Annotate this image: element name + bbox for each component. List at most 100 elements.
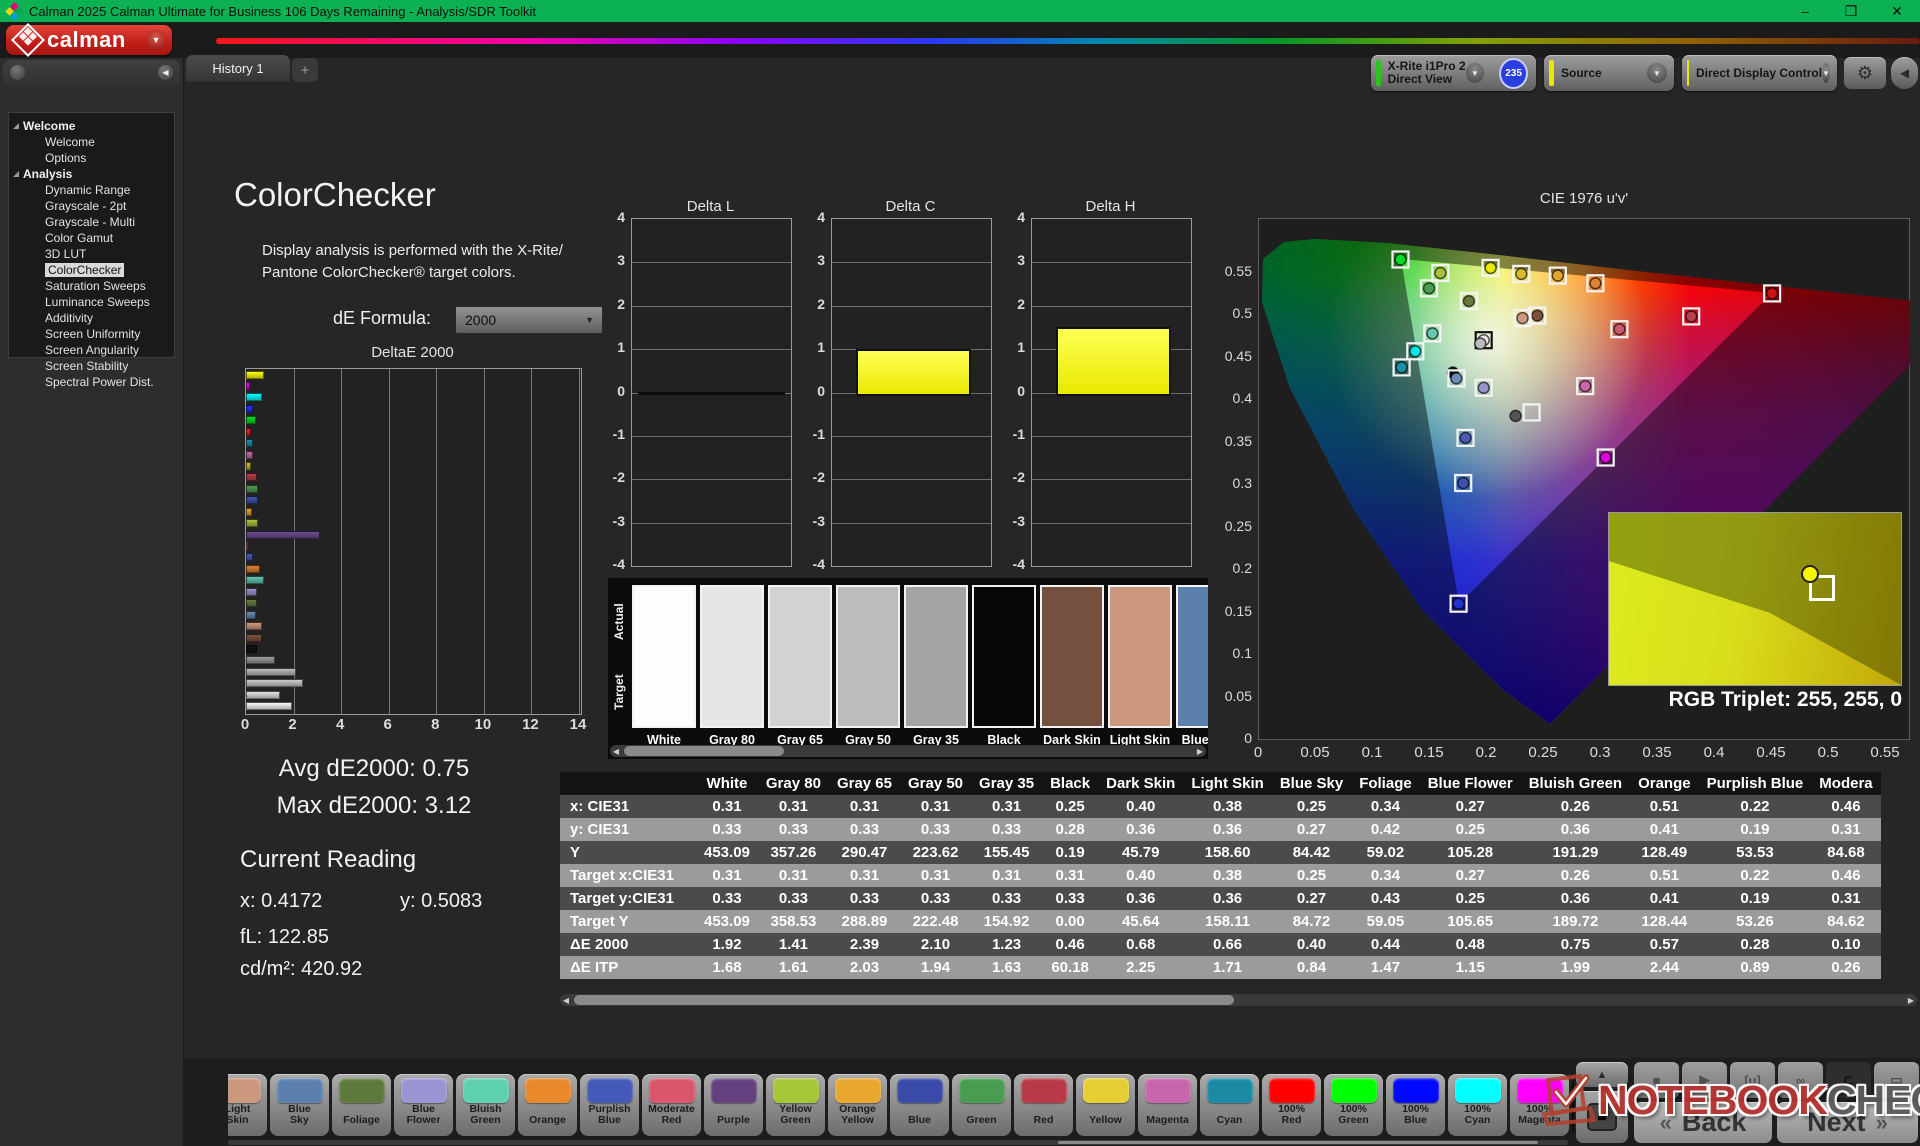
gridline [293,369,295,714]
transport-mini-button-0[interactable]: ■ [1634,1062,1679,1098]
sidebar-item-colorchecker[interactable]: ColorChecker [9,262,174,278]
sidebar-item-welcome[interactable]: Welcome [9,134,174,150]
sidebar-item-color-gamut[interactable]: Color Gamut [9,230,174,246]
sidebar-item-saturation-sweeps[interactable]: Saturation Sweeps [9,278,174,294]
toolbar-collapse-button[interactable]: ◀ [1891,57,1918,89]
tab-add-button[interactable]: + [292,58,318,82]
sidebar-item-dynamic-range[interactable]: Dynamic Range [9,182,174,198]
display-control-dropdown-arrow-icon[interactable]: ▼ [1822,63,1830,83]
patch-button-100-red[interactable]: 100% Red [1262,1074,1321,1136]
sidebar-group-analysis[interactable]: Analysis [9,166,174,182]
patch-button-purple[interactable]: Purple [704,1074,763,1136]
table-scrollbar[interactable]: ◀ ▶ [560,994,1917,1006]
patch-button-blue-sky[interactable]: Blue Sky [270,1074,329,1136]
swatch-scrollbar[interactable]: ◀ ▶ [610,745,1206,757]
sidebar-item-additivity[interactable]: Additivity [9,310,174,326]
de-formula-value: 2000 [465,312,497,328]
patch-scroll-up-button[interactable]: ▲ [1576,1062,1628,1087]
scroll-right-icon[interactable]: ▶ [1905,994,1917,1006]
patch-swatch [1206,1078,1253,1103]
sidebar-item-grayscale-multi[interactable]: Grayscale - Multi [9,214,174,230]
patch-button-100-cyan[interactable]: 100% Cyan [1448,1074,1507,1136]
cie-x-tick: 0.05 [1300,744,1330,761]
deltae-bar-gray-80 [246,690,280,699]
source-dropdown[interactable]: Source ▼ [1544,55,1674,91]
transport-mini-button-1[interactable]: ▶ [1682,1062,1727,1098]
meter-dropdown[interactable]: X-Rite i1Pro 2 Direct View ▼ 235 [1371,55,1536,91]
transport-mini-button-5[interactable]: ▭ [1874,1062,1919,1098]
patch-button-light-skin[interactable]: LightSkin [228,1074,267,1136]
display-control-dropdown[interactable]: Direct Display Control ▼ [1682,55,1837,91]
source-dropdown-arrow-icon[interactable]: ▼ [1647,63,1667,83]
scroll-left-icon[interactable]: ◀ [560,994,572,1006]
deltae-bar-100-cyan [246,393,262,402]
patch-button-moderate-red[interactable]: Moderate Red [642,1074,701,1136]
meter-badge[interactable]: 235 [1499,57,1528,89]
minimize-button[interactable]: – [1782,0,1828,22]
patch-button-orange[interactable]: Orange [518,1074,577,1136]
patch-button-yellow-green[interactable]: Yellow Green [766,1074,825,1136]
patch-scrollbar[interactable] [228,1140,1568,1145]
sidebar-item-options[interactable]: Options [9,150,174,166]
expander-icon[interactable] [13,123,19,129]
sidebar: ◀ SDR Toolkit WelcomeWelcomeOptionsAnaly… [0,58,184,1146]
calman-menu-button[interactable]: calman ▼ [6,23,172,57]
swatch-light-skin [1108,585,1172,728]
transport-mini-button-3[interactable]: ∞ [1778,1062,1823,1098]
patch-button-100-yellow[interactable]: 100%Yellow [1572,1074,1574,1136]
sidebar-item-screen-uniformity[interactable]: Screen Uniformity [9,326,174,342]
stop-measure-button[interactable]: ■ [1576,1091,1628,1143]
scroll-left-icon[interactable]: ◀ [610,745,622,757]
expander-icon[interactable] [13,171,19,177]
patch-button-blue[interactable]: Blue [890,1074,949,1136]
patch-button-100-blue[interactable]: 100% Blue [1386,1074,1445,1136]
swatch-scroll-thumb[interactable] [624,746,784,756]
sidebar-item-luminance-sweeps[interactable]: Luminance Sweeps [9,294,174,310]
patch-button-green[interactable]: Green [952,1074,1011,1136]
calman-menu-arrow-icon[interactable]: ▼ [146,30,166,50]
patch-button-bluish-green[interactable]: Bluish Green [456,1074,515,1136]
gridline [632,262,791,264]
sidebar-item-3d-lut[interactable]: 3D LUT [9,246,174,262]
sidebar-collapse-icon[interactable]: ◀ [158,65,173,80]
gridline [388,369,390,714]
delta-bar [856,349,971,397]
patch-button-foliage[interactable]: Foliage [332,1074,391,1136]
patch-scroll-thumb[interactable] [1058,1141,1538,1144]
patch-swatch [1330,1078,1377,1103]
de-formula-select[interactable]: 2000 ▼ [455,306,603,334]
sidebar-group-welcome[interactable]: Welcome [9,118,174,134]
table-scroll-thumb[interactable] [574,995,1234,1005]
transport-mini-button-4[interactable]: C [1826,1062,1871,1098]
meter-dropdown-arrow-icon[interactable]: ▼ [1465,63,1485,83]
sidebar-item-grayscale-2pt[interactable]: Grayscale - 2pt [9,198,174,214]
sidebar-item-screen-angularity[interactable]: Screen Angularity [9,342,174,358]
close-button[interactable]: ✕ [1874,0,1920,22]
patch-button-red[interactable]: Red [1014,1074,1073,1136]
patch-button-cyan[interactable]: Cyan [1200,1074,1259,1136]
sidebar-item-screen-stability[interactable]: Screen Stability [9,358,174,374]
patch-button-blue-flower[interactable]: Blue Flower [394,1074,453,1136]
sidebar-knob-icon[interactable] [10,65,25,80]
transport-mini-button-2[interactable]: [u] [1730,1062,1775,1098]
gridline [1032,479,1191,481]
cie-x-tick: 0.3 [1589,744,1611,761]
next-button[interactable]: Next » [1777,1102,1918,1143]
patch-label: 100%Yellow [1572,1104,1574,1126]
patch-swatch [1268,1078,1315,1103]
deltae-bar-100-red [246,427,251,436]
patch-button-purplish-blue[interactable]: Purplish Blue [580,1074,639,1136]
back-button[interactable]: « Back [1634,1102,1772,1143]
patch-label: Yellow Green [779,1103,812,1126]
restore-button[interactable]: ❐ [1828,0,1874,22]
scroll-right-icon[interactable]: ▶ [1194,745,1206,757]
patch-button-100-green[interactable]: 100% Green [1324,1074,1383,1136]
patch-button-orange-yellow[interactable]: Orange Yellow [828,1074,887,1136]
patch-button-magenta[interactable]: Magenta [1138,1074,1197,1136]
sidebar-item-spectral-power-dist-[interactable]: Spectral Power Dist. [9,374,174,390]
cie-measured-dot [1516,311,1529,325]
patch-button-yellow[interactable]: Yellow [1076,1074,1135,1136]
tab-history-1[interactable]: History 1 [186,55,290,82]
settings-gear-button[interactable]: ⚙ [1844,57,1886,89]
patch-button-100-magenta[interactable]: 100% Magenta [1510,1074,1569,1136]
